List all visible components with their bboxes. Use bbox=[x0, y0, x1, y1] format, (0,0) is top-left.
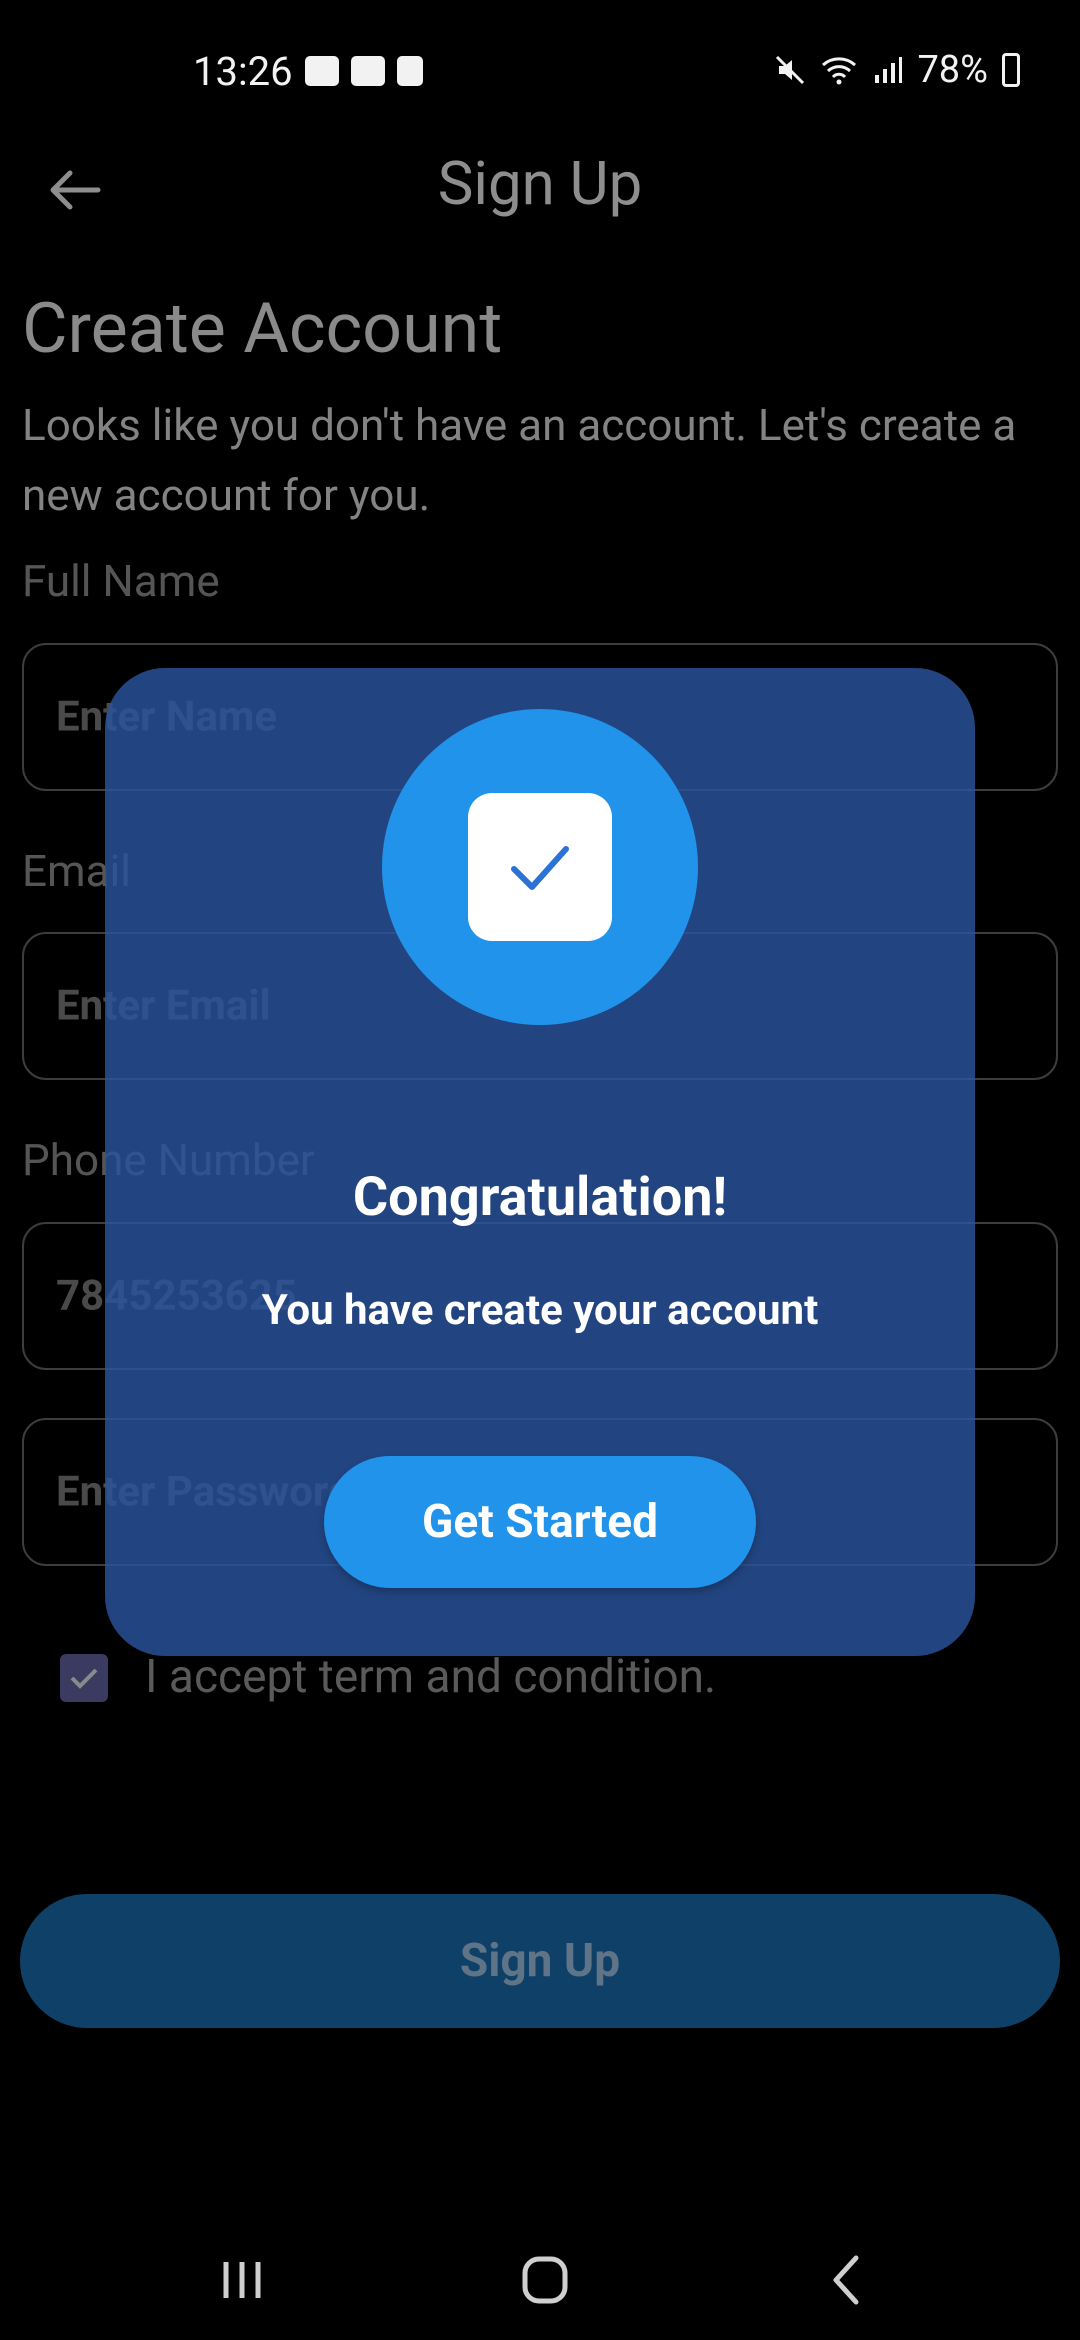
full-name-label: Full Name bbox=[22, 555, 220, 607]
get-started-button[interactable]: Get Started bbox=[324, 1456, 756, 1588]
terms-label: I accept term and condition. bbox=[145, 1650, 717, 1704]
signal-icon bbox=[875, 57, 903, 83]
battery-percent: 78% bbox=[917, 48, 988, 92]
system-icons: 78% bbox=[775, 48, 1020, 92]
youtube-icon bbox=[351, 56, 385, 86]
mute-icon bbox=[776, 55, 805, 85]
success-icon-circle bbox=[382, 709, 698, 1025]
dialog-message: You have create your account bbox=[261, 1286, 819, 1335]
page-title: Sign Up bbox=[437, 148, 643, 219]
recent-apps-icon[interactable] bbox=[202, 2250, 282, 2310]
battery-icon bbox=[1002, 53, 1020, 87]
create-account-heading: Create Account bbox=[22, 288, 503, 370]
status-bar: 13:26 78% bbox=[0, 0, 1080, 150]
success-dialog: Congratulation! You have create your acc… bbox=[105, 668, 975, 1656]
status-time: 13:26 bbox=[193, 48, 293, 95]
terms-checkbox[interactable] bbox=[60, 1654, 108, 1702]
success-check-icon bbox=[468, 793, 612, 941]
dialog-title: Congratulation! bbox=[352, 1166, 728, 1229]
checkmark-icon bbox=[70, 1668, 98, 1689]
wifi-icon bbox=[822, 57, 857, 85]
sign-up-button[interactable]: Sign Up bbox=[20, 1894, 1060, 2028]
create-account-subtitle: Looks like you don't have an account. Le… bbox=[22, 399, 1017, 521]
task-check-icon bbox=[397, 56, 423, 86]
notification-icons bbox=[305, 56, 423, 86]
system-nav-bar bbox=[0, 2220, 1080, 2340]
home-icon[interactable] bbox=[505, 2250, 585, 2310]
back-nav-icon[interactable] bbox=[806, 2250, 886, 2310]
gallery-icon bbox=[305, 56, 339, 86]
